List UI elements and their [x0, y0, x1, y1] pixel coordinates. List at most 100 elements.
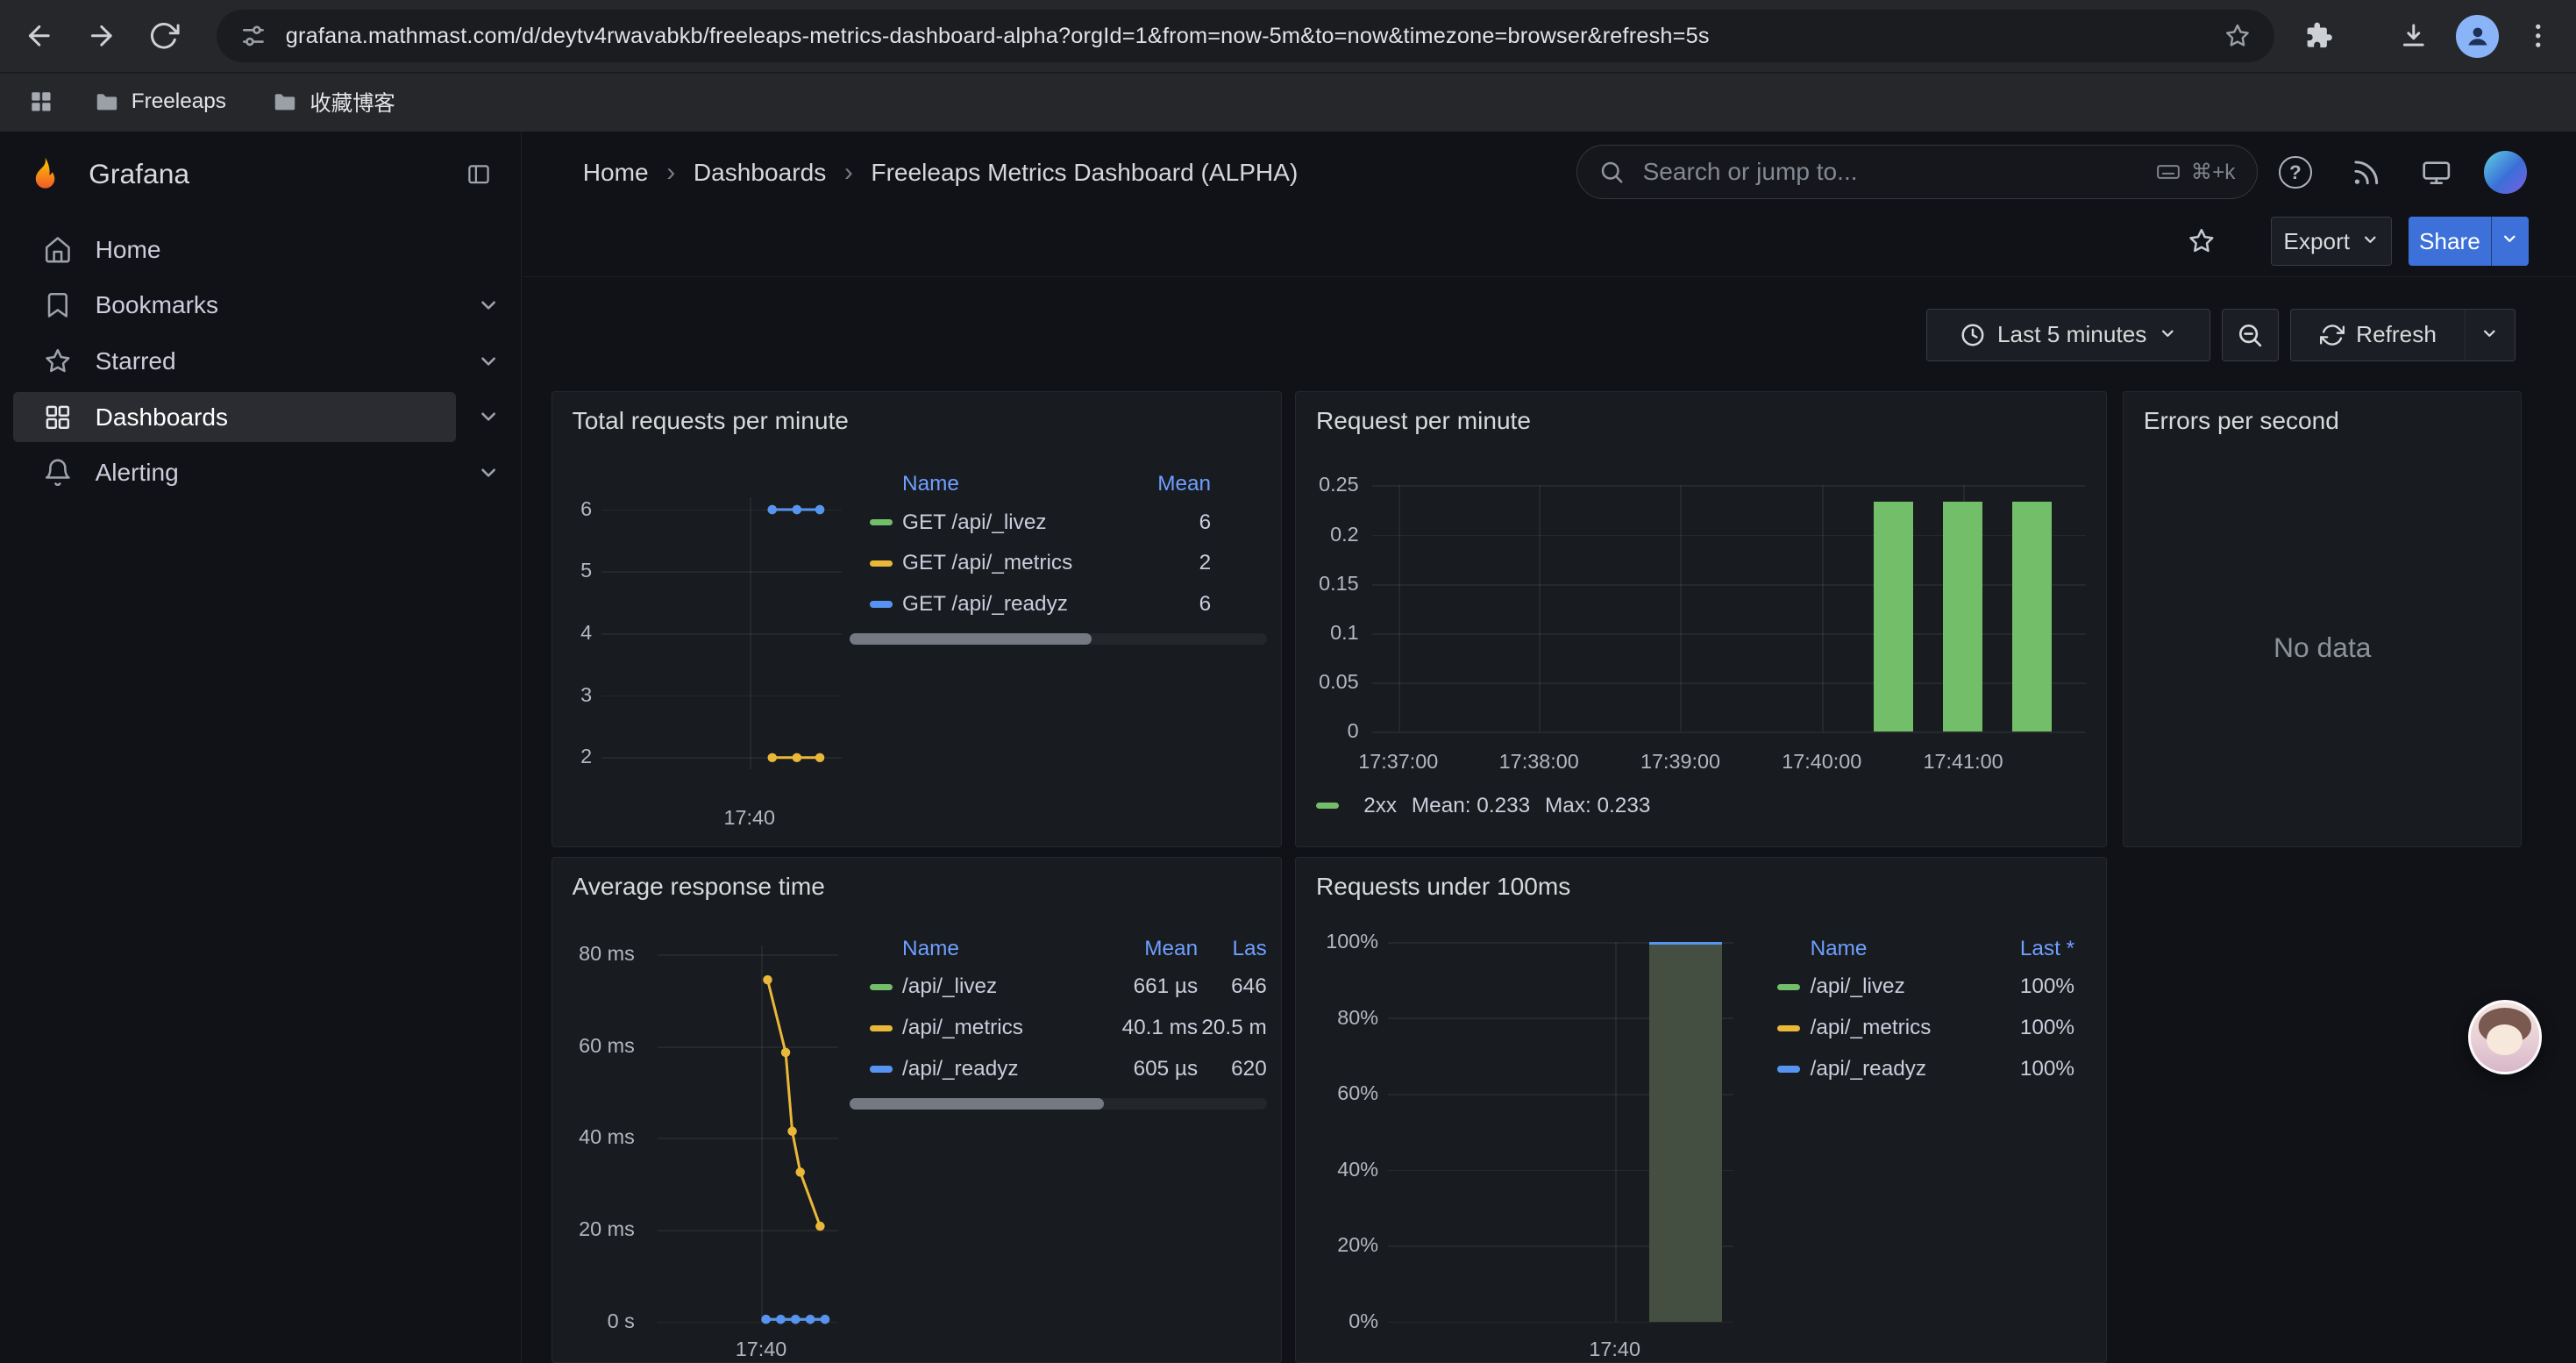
y-tick-label: 0.25 [1319, 472, 1359, 498]
legend-row[interactable]: /api/_livez661 µs646 [850, 967, 1267, 1008]
sidebar-item-label: Dashboards [96, 403, 228, 432]
x-tick-label: 17:40 [723, 806, 775, 830]
person-icon [2456, 15, 2499, 58]
site-settings-icon[interactable] [239, 22, 267, 50]
address-bar[interactable]: grafana.mathmast.com/d/deytv4rwavabkb/fr… [217, 10, 2274, 62]
chevron-down-icon[interactable] [456, 389, 522, 446]
legend-row[interactable]: GET /api/_readyz6 [850, 584, 1267, 625]
series-marker [870, 1066, 893, 1072]
x-tick-label: 17:41:00 [1924, 750, 2003, 774]
assistant-avatar[interactable] [2468, 1000, 2543, 1074]
bookmark-star-icon[interactable] [2224, 22, 2252, 50]
series-marker [870, 560, 893, 567]
bar[interactable] [2012, 502, 2052, 731]
x-axis: 17:37:0017:38:0017:39:0017:40:0017:41:00 [1372, 746, 2087, 773]
y-tick-label: 0% [1348, 1309, 1378, 1335]
panel-title[interactable]: Requests under 100ms [1316, 873, 1570, 901]
help-icon[interactable]: ? [2269, 146, 2322, 199]
sidebar-item-starred[interactable]: Starred [0, 333, 521, 389]
apps-grid-icon[interactable] [19, 81, 62, 124]
gridline [1539, 485, 1541, 731]
legend-row[interactable]: /api/_metrics100% [1758, 1008, 2089, 1049]
panel-title[interactable]: Average response time [573, 873, 825, 901]
panel-requests-under-100ms: Requests under 100ms 100%80%60%40%20%0% … [1295, 857, 2106, 1363]
sidebar-collapse-icon[interactable] [456, 153, 502, 196]
legend-table[interactable]: NameLast */api/_livez100%/api/_metrics10… [1758, 932, 2089, 1090]
share-dropdown-caret[interactable] [2491, 217, 2529, 266]
panel-errors-per-second: Errors per second No data [2123, 391, 2522, 848]
breadcrumb-home[interactable]: Home [583, 159, 649, 187]
menu-kebab-icon[interactable] [2514, 11, 2563, 61]
plot-area[interactable] [658, 946, 838, 1322]
legend-table[interactable]: NameMeanGET /api/_livez6GET /api/_metric… [850, 467, 1267, 645]
refresh-interval-caret[interactable] [2465, 309, 2516, 361]
y-tick-label: 0 [1348, 718, 1359, 745]
chevron-down-icon[interactable] [456, 333, 522, 389]
share-button[interactable]: Share [2409, 217, 2491, 266]
user-avatar[interactable] [2484, 151, 2527, 194]
chevron-down-icon [2480, 321, 2499, 348]
series-plot [658, 946, 838, 1322]
forward-button[interactable] [77, 11, 126, 61]
back-button[interactable] [15, 11, 64, 61]
breadcrumb-dashboards[interactable]: Dashboards [694, 159, 826, 187]
panel-title[interactable]: Errors per second [2144, 407, 2339, 435]
series-marker [1777, 1025, 1800, 1031]
downloads-icon[interactable] [2389, 11, 2438, 61]
favorite-star-icon[interactable] [2177, 218, 2226, 264]
legend-col-value[interactable]: Las [1198, 937, 1267, 961]
y-axis: 80 ms60 ms40 ms20 ms0 s [552, 946, 635, 1322]
plot-area[interactable] [601, 497, 841, 770]
legend-col-value[interactable]: Mean [1092, 937, 1198, 961]
sidebar: Grafana Home Bookmarks [0, 132, 522, 1363]
x-tick-label: 17:40 [736, 1338, 787, 1361]
sidebar-item-dashboards[interactable]: Dashboards [0, 389, 521, 446]
legend-row[interactable]: /api/_metrics40.1 ms20.5 m [850, 1008, 1267, 1049]
zoom-out-button[interactable] [2222, 309, 2280, 361]
legend-table[interactable]: NameMeanLas/api/_livez661 µs646/api/_met… [850, 932, 1267, 1110]
chevron-down-icon[interactable] [456, 277, 522, 333]
sidebar-item-alerting[interactable]: Alerting [0, 445, 521, 501]
sidebar-item-home[interactable]: Home [0, 222, 521, 278]
monitor-icon[interactable] [2410, 146, 2463, 199]
legend-row[interactable]: GET /api/_metrics2 [850, 543, 1267, 584]
breadcrumb: Home › Dashboards › Freeleaps Metrics Da… [583, 132, 1299, 214]
time-range-picker[interactable]: Last 5 minutes [1926, 309, 2210, 361]
legend-row[interactable]: /api/_readyz605 µs620 [850, 1049, 1267, 1090]
legend-row[interactable]: /api/_readyz100% [1758, 1049, 2089, 1090]
x-axis: 17:40 [658, 1335, 838, 1361]
legend-col-value[interactable]: Mean [1113, 472, 1211, 496]
export-button[interactable]: Export [2271, 217, 2393, 266]
reload-button[interactable] [139, 11, 189, 61]
legend-row[interactable]: /api/_livez100% [1758, 967, 2089, 1008]
chevron-down-icon[interactable] [456, 445, 522, 501]
search-input[interactable] [1640, 156, 2140, 188]
legend-scrollbar[interactable] [850, 1098, 1267, 1110]
sidebar-item-label: Bookmarks [96, 291, 218, 319]
y-tick-label: 80 ms [579, 941, 635, 967]
plot-area[interactable] [1388, 942, 1733, 1322]
y-tick-label: 0.05 [1319, 669, 1359, 696]
sidebar-item-label: Starred [96, 347, 176, 375]
extensions-icon[interactable] [2294, 11, 2343, 61]
legend-row[interactable]: GET /api/_livez6 [850, 502, 1267, 543]
panel-title[interactable]: Request per minute [1316, 407, 1531, 435]
panel-title[interactable]: Total requests per minute [573, 407, 849, 435]
search-box[interactable]: ⌘+k [1576, 145, 2258, 199]
plot-area[interactable] [1372, 485, 2087, 731]
bar[interactable] [1874, 502, 1913, 731]
legend-scrollbar[interactable] [850, 633, 1267, 645]
profile-avatar[interactable] [2453, 11, 2502, 61]
bar[interactable] [1943, 502, 1982, 731]
series-name[interactable]: 2xx [1363, 794, 1397, 818]
legend-col-value[interactable]: Last * [1960, 937, 2074, 961]
rss-icon[interactable] [2339, 146, 2392, 199]
bookmark-folder-blogs[interactable]: 收藏博客 [258, 80, 410, 124]
refresh-button[interactable]: Refresh [2290, 309, 2466, 361]
grafana-logo-icon[interactable] [26, 155, 64, 193]
y-tick-label: 20 ms [579, 1217, 635, 1243]
bookmark-folder-freeleaps[interactable]: Freeleaps [79, 82, 241, 122]
sidebar-item-bookmarks[interactable]: Bookmarks [0, 277, 521, 333]
y-tick-label: 80% [1337, 1005, 1378, 1031]
bar[interactable] [1649, 942, 1722, 1322]
